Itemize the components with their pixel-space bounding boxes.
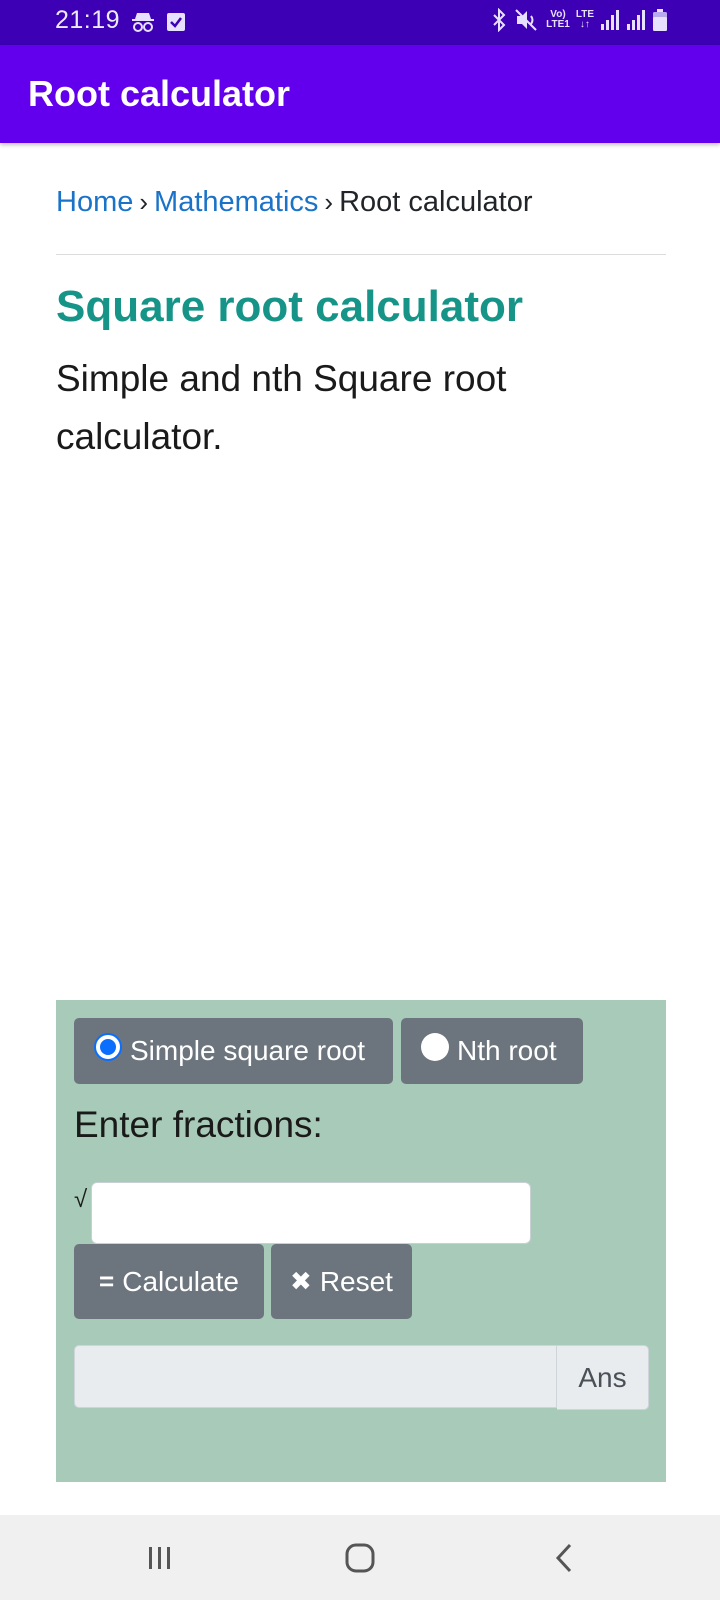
recent-apps-icon[interactable] (140, 1535, 180, 1580)
reset-label: Reset (319, 1265, 393, 1297)
calculator-panel: Simple square root Nth root Enter fracti… (56, 1000, 666, 1482)
breadcrumb-separator: › (324, 187, 334, 217)
mute-icon (514, 8, 540, 32)
equals-icon: = (99, 1266, 115, 1296)
breadcrumb-mathematics-link[interactable]: Mathematics (154, 186, 318, 218)
battery-icon (652, 8, 668, 32)
breadcrumb: Home › Mathematics › Root calculator (56, 186, 533, 219)
lte-icon: LTE ↓↑ (575, 9, 594, 30)
page-title: Square root calculator (56, 282, 524, 331)
enter-fractions-label: Enter fractions: (74, 1104, 323, 1145)
breadcrumb-separator: › (139, 187, 149, 217)
bluetooth-icon (490, 8, 508, 32)
radio-unselected-icon[interactable] (421, 1033, 449, 1061)
fraction-input[interactable] (91, 1182, 531, 1244)
calculate-button[interactable]: = Calculate (74, 1244, 264, 1319)
home-icon[interactable] (340, 1535, 380, 1580)
answer-group: Ans (74, 1345, 649, 1410)
simple-square-root-option[interactable]: Simple square root (74, 1018, 393, 1084)
volte-icon: Vo) LTE1 (546, 9, 570, 30)
signal-icon (600, 9, 620, 31)
app-title: Root calculator (28, 73, 291, 114)
status-time: 21:19 (55, 6, 121, 34)
calculate-label: Calculate (122, 1265, 239, 1297)
checkbox-icon (166, 12, 186, 32)
navigation-bar (0, 1515, 720, 1600)
status-bar: 21:19 Vo) LTE1 LTE ↓↑ (0, 0, 720, 45)
sqrt-icon: √ (74, 1186, 88, 1213)
breadcrumb-current: Root calculator (339, 186, 533, 218)
answer-field[interactable] (74, 1345, 557, 1408)
status-left-icons (130, 10, 186, 34)
nth-root-option[interactable]: Nth root (401, 1018, 583, 1084)
signal-icon (626, 9, 646, 31)
reset-button[interactable]: ✖ Reset (271, 1244, 412, 1319)
app-bar: Root calculator (0, 45, 720, 143)
divider (56, 254, 666, 255)
incognito-icon (130, 10, 156, 34)
close-icon: ✖ (290, 1266, 312, 1296)
radio-selected-icon[interactable] (94, 1033, 122, 1061)
back-icon[interactable] (545, 1535, 585, 1580)
ans-addon: Ans (557, 1345, 649, 1410)
option-label: Simple square root (130, 1035, 366, 1066)
breadcrumb-home-link[interactable]: Home (56, 186, 133, 218)
status-right-icons: Vo) LTE1 LTE ↓↑ (490, 8, 668, 32)
page-description: Simple and nth Square root calculator. (56, 358, 507, 457)
option-label: Nth root (457, 1035, 557, 1066)
